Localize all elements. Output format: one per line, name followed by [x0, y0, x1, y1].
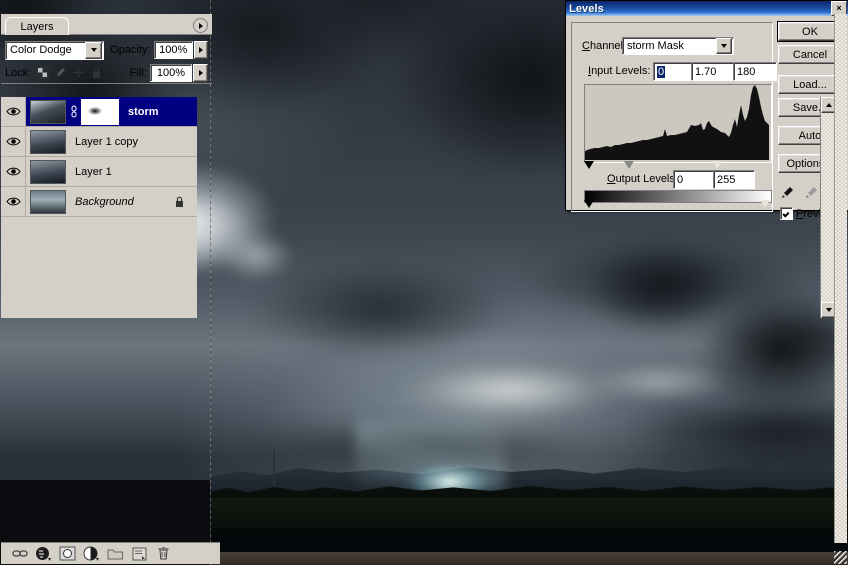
opacity-label: Opacity: [110, 44, 151, 56]
delete-layer-icon[interactable] [155, 545, 172, 562]
input-white-field[interactable]: 180 [733, 62, 777, 81]
input-gamma-field[interactable]: 1.70 [691, 62, 735, 81]
eye-icon [5, 167, 21, 176]
levels-title: Levels [569, 2, 604, 15]
eye-icon [5, 197, 21, 206]
input-gamma-slider-handle[interactable] [624, 161, 634, 169]
layers-panel: – × Layers Color Dodge Opacity: 100% Loc… [0, 0, 847, 564]
histogram [584, 84, 772, 163]
input-levels-label: Input Levels: [588, 65, 651, 77]
tab-layers[interactable]: Layers [5, 17, 69, 35]
eye-icon [5, 137, 21, 146]
cancel-button[interactable]: Cancel [778, 45, 842, 64]
utility-pole [273, 450, 275, 490]
histogram-plot [585, 85, 769, 160]
blend-mode-value: Color Dodge [10, 44, 72, 56]
layer-visibility-toggle[interactable] [1, 127, 26, 156]
lock-position-icon[interactable] [72, 66, 85, 79]
layer-list-scrollbar[interactable] [820, 97, 837, 318]
new-group-icon[interactable] [107, 545, 124, 562]
lock-label: Lock: [5, 66, 32, 79]
new-layer-icon[interactable] [131, 545, 148, 562]
fill-value[interactable]: 100% [150, 63, 192, 82]
layer-thumbnail[interactable] [30, 159, 66, 184]
gray-point-eyedropper-icon[interactable] [804, 185, 819, 200]
ok-button[interactable]: OK [778, 22, 842, 41]
channel-value: storm Mask [627, 40, 684, 52]
layer-visibility-toggle[interactable] [1, 187, 26, 216]
app-root: Levels × Channel: storm Mask Input Level… [0, 0, 848, 565]
table-row[interactable]: Layer 1 [1, 157, 197, 187]
layer-thumbnail[interactable] [30, 189, 66, 214]
table-row[interactable]: storm [1, 97, 197, 127]
layer-mask-thumbnail[interactable] [81, 98, 119, 125]
output-white-field[interactable]: 255 [713, 170, 755, 189]
layer-name: Layer 1 copy [75, 135, 138, 148]
output-levels-slider[interactable] [584, 200, 770, 210]
field [210, 498, 848, 532]
opacity-stepper-icon[interactable] [193, 41, 208, 59]
channel-label: Channel: [582, 40, 627, 52]
lock-row: Lock: Fill: 100% [1, 62, 212, 84]
chevron-down-icon[interactable] [716, 38, 732, 54]
lock-image-icon[interactable] [54, 66, 67, 79]
input-black-field[interactable]: 0 [653, 62, 693, 81]
output-levels-label: Output Levels: [607, 173, 678, 185]
link-mask-icon[interactable] [69, 105, 78, 119]
layer-name: storm [128, 105, 159, 118]
lock-transparency-icon[interactable] [36, 66, 49, 79]
load-button[interactable]: Load... [778, 75, 842, 94]
layer-visibility-toggle[interactable] [1, 157, 26, 186]
layers-panel-toolbar [1, 542, 220, 564]
layer-visibility-toggle[interactable] [1, 97, 26, 126]
panel-right-strip [834, 14, 847, 543]
canvas-edge-marquee [210, 0, 211, 565]
blend-mode-row: Color Dodge Opacity: 100% [1, 35, 212, 62]
layer-thumbnail[interactable] [30, 129, 66, 154]
eye-icon [5, 107, 21, 116]
fill-stepper-icon[interactable] [193, 63, 208, 82]
layers-tab-row: Layers [1, 14, 212, 35]
layer-name: Background [75, 195, 134, 208]
add-layer-mask-icon[interactable] [59, 545, 76, 562]
input-black-slider-handle[interactable] [584, 161, 594, 169]
black-point-eyedropper-icon[interactable] [780, 185, 795, 200]
levels-dialog: Levels × Channel: storm Mask Input Level… [565, 0, 848, 220]
panel-resize-grip[interactable] [834, 551, 847, 564]
channel-dropdown[interactable]: storm Mask [622, 37, 734, 55]
layer-name: Layer 1 [75, 165, 112, 178]
preview-checkbox[interactable] [780, 207, 793, 220]
table-row[interactable]: Layer 1 copy [1, 127, 197, 157]
opacity-value[interactable]: 100% [153, 41, 193, 59]
output-white-slider-handle[interactable] [760, 200, 770, 208]
lock-all-icon[interactable] [90, 66, 103, 79]
chevron-down-icon[interactable] [85, 41, 103, 59]
new-adjustment-layer-icon[interactable] [83, 545, 100, 562]
layer-list: storm Layer 1 copy Layer 1 Background [1, 97, 197, 318]
fill-label: Fill: [129, 66, 147, 79]
layer-thumbnail[interactable] [30, 99, 66, 124]
layer-style-icon[interactable] [35, 545, 52, 562]
blend-mode-dropdown[interactable]: Color Dodge [5, 40, 105, 60]
layer-locked-icon [174, 196, 185, 211]
output-black-field[interactable]: 0 [673, 170, 715, 189]
road [210, 552, 848, 565]
output-black-slider-handle[interactable] [584, 200, 594, 208]
levels-titlebar[interactable]: Levels × [566, 1, 848, 16]
input-white-slider-handle[interactable] [712, 161, 722, 169]
link-layers-icon[interactable] [11, 545, 28, 562]
table-row[interactable]: Background [1, 187, 197, 217]
panel-menu-icon[interactable] [193, 18, 208, 33]
